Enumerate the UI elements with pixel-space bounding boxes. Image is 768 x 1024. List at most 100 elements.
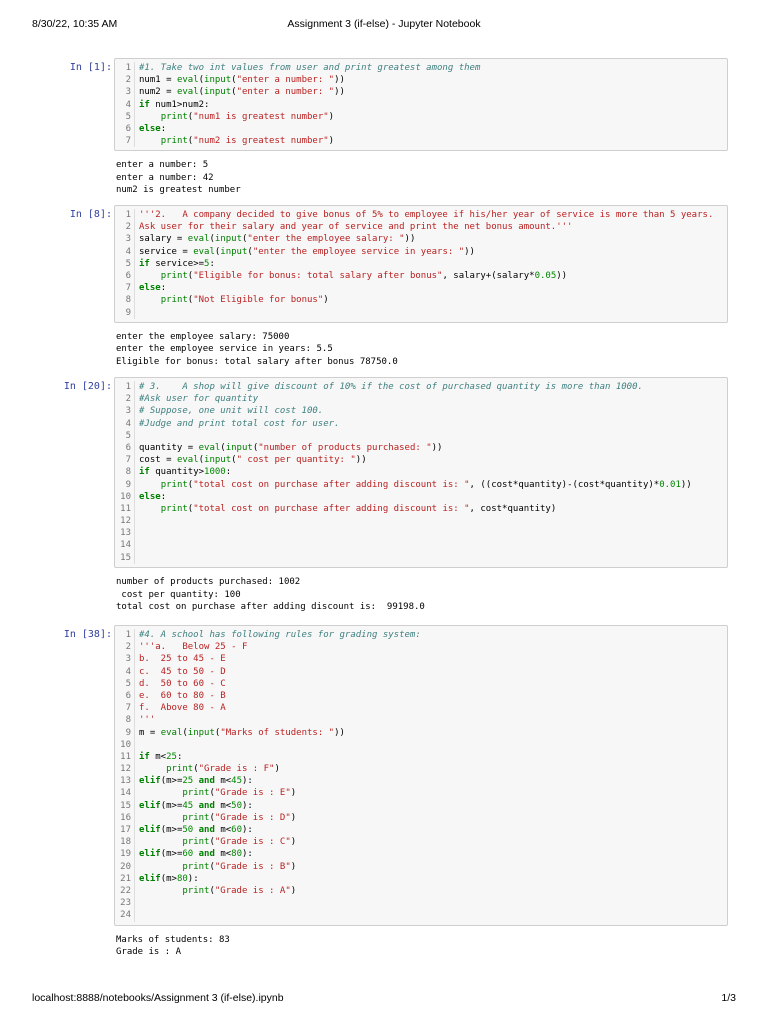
code-line: 2 num1 = eval(input("enter a number: ")): [115, 74, 727, 87]
code-line: 19 elif(m>=60 and m<80):: [115, 848, 727, 861]
output-line: num2 is greatest number: [116, 185, 241, 196]
code-token: if: [139, 751, 150, 762]
line-number: 9: [115, 726, 135, 739]
line-number: 10: [115, 490, 135, 503]
line-number: 13: [115, 527, 135, 540]
code-token: input: [204, 455, 232, 466]
code-token: (m>: [160, 873, 177, 884]
code-token: # Suppose, one unit will cost 100.: [139, 406, 324, 417]
code-line: 6 else:: [115, 122, 727, 136]
code-token: 45: [231, 776, 243, 787]
code-token: ): [290, 812, 297, 823]
code-token: Ask user for their salary and year of se…: [139, 222, 573, 233]
output-line: Marks of students: 83: [116, 934, 230, 945]
line-number: 1: [115, 381, 135, 394]
code-line: 2 Ask user for their salary and year of s…: [115, 221, 727, 234]
code-token: m<: [214, 776, 232, 787]
code-line: 16 print("Grade is : D"): [115, 811, 727, 825]
code-line: 10: [115, 738, 727, 751]
code-token: #Ask user for quantity: [139, 394, 259, 405]
code-token: #1. Take two int values from user and pr…: [139, 63, 481, 73]
code-token: 50: [231, 800, 243, 811]
cell-prompt: In [38]:: [63, 629, 112, 640]
code-token: ):: [187, 873, 199, 884]
page-footer-page-number: 1/3: [721, 992, 736, 1004]
code-input-area[interactable]: 1 '''2. A company decided to give bonus o…: [114, 205, 728, 323]
code-line: 6 print("Eligible for bonus: total salar…: [115, 269, 727, 283]
line-number: 8: [115, 466, 135, 479]
code-line: 6 quantity = eval(input("number of produc…: [115, 441, 727, 455]
line-number: 20: [115, 860, 135, 873]
code-token: "Grade is : C": [214, 837, 291, 848]
code-token: num1 =: [139, 75, 177, 86]
code-line: 14 print("Grade is : E"): [115, 787, 727, 800]
code-token: 60: [182, 849, 194, 860]
code-line: 4 service = eval(input("enter the employe…: [115, 245, 727, 258]
code-line: 7 print("num2 is greatest number"): [115, 135, 727, 148]
code-line: 12: [115, 515, 727, 528]
code-token: "num1 is greatest number": [193, 111, 329, 122]
code-token: print: [166, 764, 194, 775]
code-token: )): [355, 455, 367, 466]
code-token: ):: [242, 825, 253, 835]
code-token: )): [680, 479, 692, 490]
code-input-area[interactable]: 1 #4. A school has following rules for gr…: [114, 625, 728, 926]
code-token: quantity>: [149, 467, 205, 478]
line-number: 16: [115, 811, 135, 825]
code-token: #4. A school has following rules for gra…: [139, 630, 421, 640]
line-number: 21: [115, 872, 135, 885]
code-line: 18 print("Grade is : C"): [115, 836, 727, 849]
code-token: :: [209, 258, 215, 269]
code-token: 0.05: [534, 270, 557, 281]
code-token: print: [182, 861, 210, 872]
code-token: (m>=: [160, 800, 183, 811]
code-token: '''2. A company decided to give bonus of…: [139, 210, 714, 220]
code-line: 3 b. 25 to 45 - E: [115, 653, 727, 666]
output-line: enter the employee service in years: 5.5: [116, 344, 333, 355]
line-number: 22: [115, 884, 135, 898]
code-line: 13: [115, 527, 727, 540]
output-line: number of products purchased: 1002: [116, 577, 301, 587]
code-token: '''a. Below 25 - F: [139, 642, 248, 653]
line-number: 12: [115, 763, 135, 776]
code-token: d. 50 to 60 - C: [139, 678, 226, 689]
code-token: eval: [187, 234, 210, 245]
code-token: print: [160, 295, 188, 306]
code-line: 4 c. 45 to 50 - D: [115, 665, 727, 678]
code-token: "number of products purchased: ": [258, 442, 432, 453]
line-number: 14: [115, 787, 135, 800]
line-number: 24: [115, 909, 135, 922]
output-line: enter a number: 5: [116, 160, 209, 171]
cell-output: enter a number: 5 enter a number: 42 num2 …: [116, 159, 726, 197]
cell-prompt: In [1]:: [69, 62, 112, 73]
line-number: 5: [115, 677, 135, 690]
code-token: c. 45 to 50 - D: [139, 666, 226, 677]
code-token: "total cost on purchase after adding dis…: [193, 503, 470, 514]
code-input-area[interactable]: 1 # 3. A shop will give discount of 10% i…: [114, 377, 728, 568]
code-token: m<: [214, 849, 232, 860]
output-line: total cost on purchase after adding disc…: [116, 602, 425, 612]
code-token: :: [160, 491, 167, 502]
code-token: "num2 is greatest number": [193, 136, 329, 147]
code-token: m<: [214, 800, 232, 811]
output-line: enter a number: 42: [116, 172, 214, 183]
code-line: 5 print("num1 is greatest number"): [115, 110, 727, 123]
line-number: 18: [115, 836, 135, 849]
cell-output: number of products purchased: 1002 cost …: [116, 576, 726, 614]
code-token: 50: [182, 825, 194, 835]
code-token: #Judge and print total cost for user.: [139, 418, 340, 429]
output-line: Grade is : A: [116, 947, 182, 958]
code-input-area[interactable]: 1 #1. Take two int values from user and p…: [114, 58, 728, 152]
code-line: 12 print("Grade is : F"): [115, 763, 727, 776]
line-number: 3: [115, 233, 135, 246]
output-line: Eligible for bonus: total salary after b…: [116, 356, 398, 367]
code-line: 9: [115, 306, 727, 319]
code-line: 5 d. 50 to 60 - C: [115, 677, 727, 690]
cell-prompt: In [20]:: [63, 381, 112, 392]
line-number: 7: [115, 702, 135, 715]
code-token: ):: [242, 776, 253, 787]
